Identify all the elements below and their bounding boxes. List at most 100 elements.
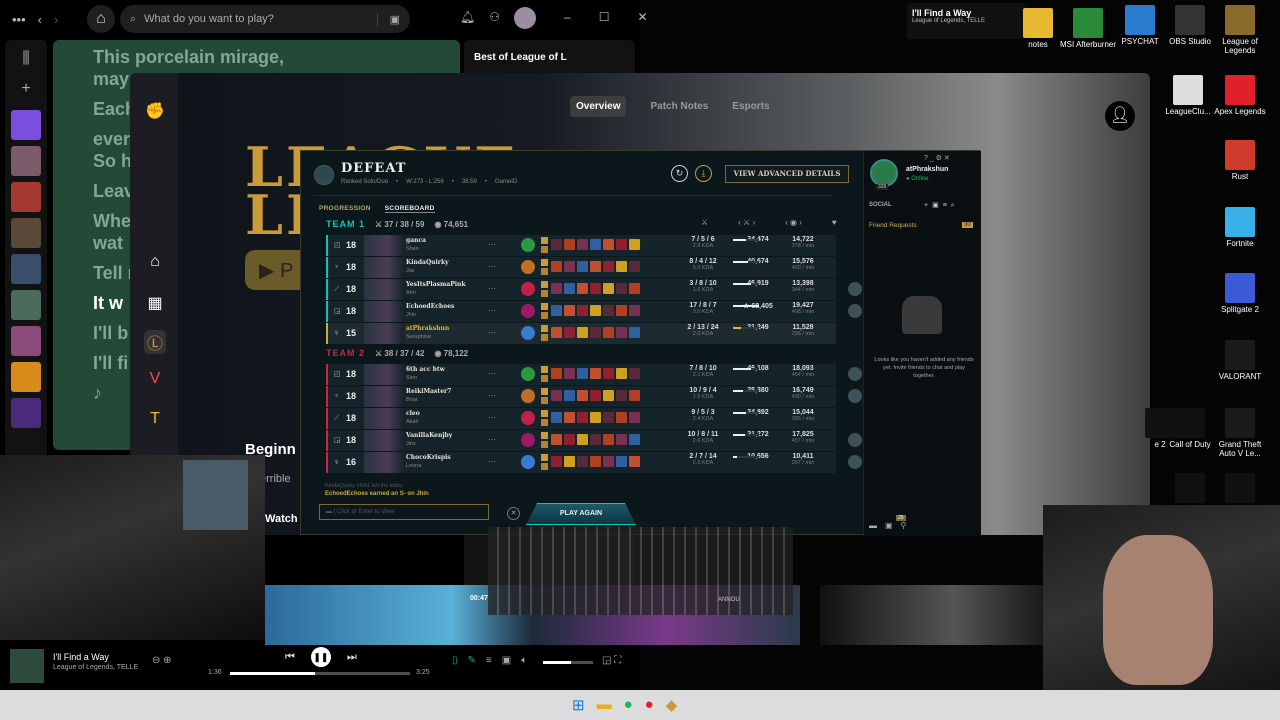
table-row[interactable]: ♅ 15 atPhrakshun Seraphine ⋯ 2 / 13 / 24 2.0 K… [326,323,836,344]
volume-slider[interactable] [543,661,593,664]
playlist-thumb[interactable] [11,146,41,176]
more-options-button[interactable]: ⋯ [488,301,496,320]
tab-patch-notes[interactable]: Patch Notes [650,101,708,117]
table-row[interactable]: ◰ 18 ganca Shen ⋯ 7 / 5 / 62.6 KDA 34,474 14,72… [326,235,836,256]
download-icon[interactable]: ⤓ [695,165,712,182]
playlist-thumb[interactable] [11,254,41,284]
table-row[interactable]: ⟋ 18 cleo Akali ⋯ 9 / 5 / 32.4 KDA 34,892 15,04… [326,408,836,429]
summoner-name[interactable]: YesItsPlasmaPink [406,281,466,288]
friends-icon[interactable]: ⚇ [489,10,500,29]
home-icon[interactable]: ⌂ [144,253,166,271]
tab-overview[interactable]: Overview [570,96,627,117]
table-row[interactable]: ⟋ 18 YesItsPlasmaPink Ahri ⋯ 3 / 8 / 10 1.6 KD… [326,279,862,300]
track-artist[interactable]: League of Legends, TELLE [53,664,138,671]
table-row[interactable]: ◲ 18 EchoedEchoes Jhin ⋯ 17 / 8 / 73.0 KDA ★ 6… [326,301,862,322]
remove-icon[interactable]: ⊖ ⊕ [152,655,172,666]
social-footer-icons[interactable]: ▬▣⚲ [869,521,914,530]
browse-icon[interactable]: ▣ [376,12,400,26]
desktop-icon[interactable]: Fortnite [1210,207,1270,248]
forward-icon[interactable]: › [54,12,58,27]
table-row[interactable]: ♆ 18 ReikiMaster7 Briar ⋯ 10 / 9 / 41.6 KDA 25… [326,386,862,407]
summoner-name[interactable]: cleo [406,410,420,417]
status[interactable]: ● Online [906,176,929,182]
table-row[interactable]: ◲ 18 VanillaKenjby Jinx ⋯ 10 / 8 / 112.6 KDA 3… [326,430,862,451]
damage-column-icon[interactable]: ‹ ⚔ › [738,218,755,227]
profile-button[interactable]: 👤︎ [1105,101,1135,131]
replay-icon[interactable]: ↻ [671,165,688,182]
maximize-button[interactable]: ☐ [599,10,610,29]
spotify-icon[interactable]: ● [624,696,633,714]
next-icon[interactable]: ⏭ [347,651,357,664]
league-taskbar-icon[interactable]: ◆ [666,696,678,714]
summoner-name[interactable]: ChocoKrispis [406,454,451,461]
gold-column-icon[interactable]: ‹ ◉ › [785,218,802,227]
bell-icon[interactable]: 🔔︎ [460,10,475,29]
summoner-name[interactable]: ganca [406,237,426,244]
table-row[interactable]: ◰ 18 6th acc btw Sion ⋯ 7 / 8 / 102.1 KDA 46,1… [326,364,862,385]
more-options-button[interactable]: ⋯ [488,408,496,427]
library-icon[interactable]: ⫼ [5,50,47,68]
miniplayer-icon[interactable]: ◲ ⛶ [602,655,621,666]
file-explorer-icon[interactable]: ▬ [597,696,612,714]
previous-icon[interactable]: ⏮ [285,651,295,664]
more-options-button[interactable]: ⋯ [488,257,496,276]
search-input[interactable]: ⌕ What do you want to play? ▣ [120,5,410,33]
progress-slider[interactable] [230,672,410,675]
view-advanced-details-button[interactable]: VIEW ADVANCED DETAILS [725,165,849,183]
desktop-icon[interactable]: League of Legends [1210,5,1270,55]
desktop-icon[interactable]: VALORANT [1210,340,1270,381]
chat-input[interactable]: ▬ | Click or Enter to View [319,504,489,520]
summoner-name[interactable]: 6th acc btw [406,366,445,373]
track-title[interactable]: I'll Find a Way [53,652,109,662]
queue-icon[interactable]: ≡ [486,655,492,666]
start-icon[interactable]: ⊞ [572,696,585,714]
game-id[interactable]: GameID [495,179,517,185]
back-icon[interactable]: ‹ [38,12,42,27]
more-options-button[interactable]: ⋯ [488,386,496,405]
tab-esports[interactable]: Esports [732,101,769,117]
desktop-icon[interactable]: LeagueClu... [1158,75,1218,116]
desktop-icon[interactable]: Splitgate 2 [1210,273,1270,314]
playlist-thumb[interactable] [11,182,41,212]
devices-icon[interactable]: ▣ [502,655,511,666]
lyric-line[interactable]: This porcelain mirage, [93,46,420,68]
more-options-button[interactable]: ⋯ [488,430,496,449]
desktop-icon[interactable]: MSI Afterburner [1058,8,1118,49]
summoner-name[interactable]: EchoedEchoes [406,303,454,310]
library-icon[interactable]: ▦ [144,293,166,313]
more-options-button[interactable]: ⋯ [488,235,496,254]
avatar[interactable] [514,7,536,29]
summoner-name[interactable]: ReikiMaster7 [406,388,451,395]
home-button[interactable]: ⌂ [87,5,115,33]
playlist-thumb[interactable] [11,326,41,356]
profile-icon[interactable] [870,159,898,187]
riot-client-icon[interactable]: ● [645,696,654,714]
playlist-thumb[interactable] [11,362,41,392]
league-icon[interactable]: Ⓛ [144,330,166,354]
close-icon[interactable]: ✕ [507,507,520,520]
add-icon[interactable]: + [5,80,47,98]
playlist-thumb[interactable] [11,398,41,428]
friend-requests[interactable]: Friend Requests [869,222,917,229]
desktop-icon[interactable]: Apex Legends [1210,75,1270,116]
window-controls[interactable]: ? _ ⚙ ✕ [924,154,950,162]
volume-icon[interactable]: 🔈︎ [521,655,527,666]
social-actions[interactable]: +▣≡⌕ [924,201,959,210]
now-playing-view-icon[interactable]: ▯ [452,655,458,666]
minimize-button[interactable]: – [564,10,571,29]
liked-songs[interactable] [11,110,41,140]
pause-button[interactable]: ❚❚ [310,647,331,667]
tab-progression[interactable]: PROGRESSION [319,205,371,213]
valorant-icon[interactable]: V [144,370,166,388]
summoner-name[interactable]: VanillaKenjby [406,432,452,439]
more-options-button[interactable]: ⋯ [488,279,496,298]
more-icon[interactable]: ••• [12,12,26,27]
desktop-icon[interactable]: Grand Theft Auto V Le... [1210,408,1270,458]
tft-icon[interactable]: T [144,410,166,428]
tab-scoreboard[interactable]: SCOREBOARD [384,205,435,213]
more-options-button[interactable]: ⋯ [488,452,496,471]
close-button[interactable]: ✕ [637,10,647,29]
lyrics-icon[interactable]: ✎ [468,655,476,666]
summoner-name[interactable]: KindaQuirky [406,259,449,266]
watch-link[interactable]: Watch [265,513,298,525]
